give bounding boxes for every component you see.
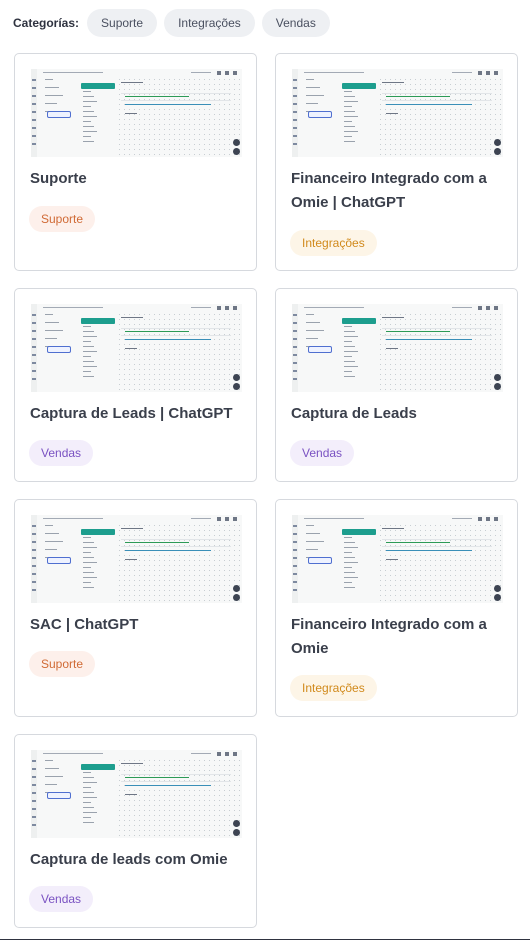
template-card-title: Financeiro Integrado com a Omie <box>291 616 487 657</box>
template-card-title: Captura de Leads | ChatGPT <box>30 405 233 422</box>
template-card-title: SAC | ChatGPT <box>30 616 139 633</box>
template-card-title: Captura de leads com Omie <box>30 851 228 868</box>
template-preview-thumbnail <box>292 515 503 603</box>
category-badge: Suporte <box>29 206 96 232</box>
category-badge: Vendas <box>29 886 94 912</box>
template-preview-thumbnail <box>31 304 242 392</box>
template-card[interactable]: Financeiro Integrado com a Omie | ChatGP… <box>275 53 518 271</box>
category-badge: Integrações <box>290 230 377 256</box>
category-badge: Vendas <box>29 440 94 466</box>
template-card[interactable]: Financeiro Integrado com a Omie Integraçõ… <box>275 499 518 717</box>
template-card[interactable]: Captura de Leads Vendas <box>275 288 518 482</box>
filter-chip-integracoes[interactable]: Integrações <box>164 9 255 37</box>
category-badge: Vendas <box>290 440 355 466</box>
category-badge: Integrações <box>290 675 377 701</box>
filter-label: Categorías: <box>13 16 80 30</box>
template-card[interactable]: Captura de leads com Omie Vendas <box>14 734 257 928</box>
template-card-title: Captura de Leads <box>291 405 417 422</box>
category-filter-bar: Categorías: Suporte Integrações Vendas <box>13 9 337 37</box>
template-card[interactable]: Suporte Suporte <box>14 53 257 271</box>
template-preview-thumbnail <box>292 69 503 157</box>
template-preview-thumbnail <box>292 304 503 392</box>
filter-chip-suporte[interactable]: Suporte <box>87 9 158 37</box>
template-preview-thumbnail <box>31 515 242 603</box>
filter-chip-vendas[interactable]: Vendas <box>261 9 330 37</box>
template-preview-thumbnail <box>31 750 242 838</box>
category-badge: Suporte <box>29 651 96 677</box>
template-card[interactable]: Captura de Leads | ChatGPT Vendas <box>14 288 257 482</box>
template-card[interactable]: SAC | ChatGPT Suporte <box>14 499 257 717</box>
template-card-title: Suporte <box>30 170 87 187</box>
template-card-title: Financeiro Integrado com a Omie | ChatGP… <box>291 170 487 211</box>
template-preview-thumbnail <box>31 69 242 157</box>
